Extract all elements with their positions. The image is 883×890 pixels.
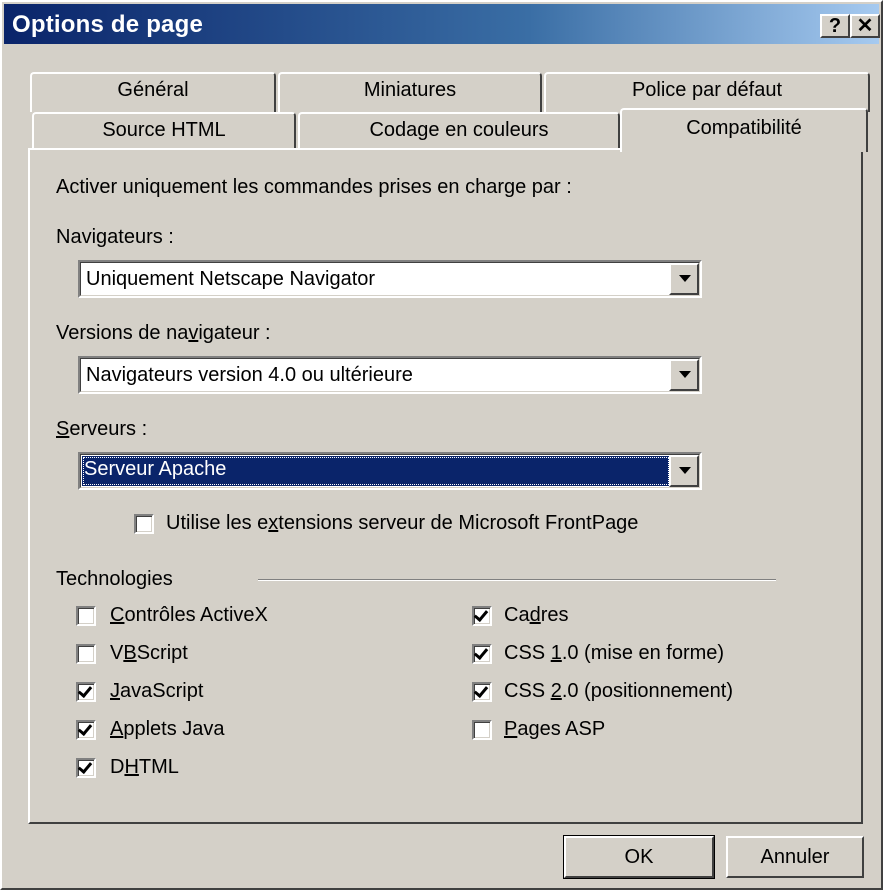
- browsers-dropdown-arrow-icon[interactable]: [669, 263, 699, 295]
- ok-button[interactable]: OK: [563, 835, 715, 879]
- java-applets-label: Applets Java: [110, 718, 225, 740]
- tab-color-coding[interactable]: Codage en couleurs: [298, 112, 620, 150]
- dhtml-label: DHTML: [110, 756, 179, 778]
- tab-html-source[interactable]: Source HTML: [32, 112, 296, 150]
- help-button[interactable]: ?: [820, 14, 850, 38]
- frames-label: Cadres: [504, 604, 569, 626]
- vbscript-checkbox[interactable]: [76, 644, 96, 664]
- asp-pages-checkbox[interactable]: [472, 720, 492, 740]
- tab-general[interactable]: Général: [30, 72, 276, 112]
- compatibility-panel: Activer uniquement les commandes prises …: [28, 148, 863, 824]
- browser-versions-label: Versions de navigateur :: [56, 322, 271, 344]
- cancel-button[interactable]: Annuler: [726, 836, 864, 878]
- close-button[interactable]: ✕: [850, 14, 880, 38]
- browser-versions-value: Navigateurs version 4.0 ou ultérieure: [86, 364, 413, 386]
- java-applets-checkbox[interactable]: [76, 720, 96, 740]
- css1-label: CSS 1.0 (mise en forme): [504, 642, 725, 664]
- servers-value: Serveur Apache: [84, 458, 227, 480]
- browsers-label: Navigateurs :: [56, 226, 174, 248]
- dialog-title: Options de page: [12, 11, 204, 38]
- css2-checkbox[interactable]: [472, 682, 492, 702]
- javascript-label: JavaScript: [110, 680, 204, 702]
- frames-checkbox[interactable]: [472, 606, 492, 626]
- servers-dropdown[interactable]: Serveur Apache: [78, 452, 702, 490]
- browser-versions-dropdown[interactable]: Navigateurs version 4.0 ou ultérieure: [78, 356, 702, 394]
- tab-default-font[interactable]: Police par défaut: [544, 72, 870, 112]
- page-options-dialog: Options de page ? ✕ Général Miniatures P…: [0, 0, 883, 890]
- browsers-dropdown[interactable]: Uniquement Netscape Navigator: [78, 260, 702, 298]
- css2-label: CSS 2.0 (positionnement): [504, 680, 734, 702]
- tab-compatibility[interactable]: Compatibilité: [620, 108, 868, 152]
- frontpage-extensions-checkbox[interactable]: [134, 514, 154, 534]
- javascript-checkbox[interactable]: [76, 682, 96, 702]
- frontpage-extensions-label: Utilise les extensions serveur de Micros…: [166, 512, 639, 534]
- browsers-value: Uniquement Netscape Navigator: [86, 268, 376, 290]
- tab-thumbnails[interactable]: Miniatures: [278, 72, 542, 112]
- browser-versions-dropdown-arrow-icon[interactable]: [669, 359, 699, 391]
- css1-checkbox[interactable]: [472, 644, 492, 664]
- group-divider: [258, 579, 776, 581]
- servers-dropdown-arrow-icon[interactable]: [669, 455, 699, 487]
- activex-label: Contrôles ActiveX: [110, 604, 268, 626]
- activex-checkbox[interactable]: [76, 606, 96, 626]
- title-bar[interactable]: Options de page ? ✕: [4, 4, 880, 44]
- intro-text: Activer uniquement les commandes prises …: [56, 176, 572, 198]
- dhtml-checkbox[interactable]: [76, 758, 96, 778]
- vbscript-label: VBScript: [110, 642, 188, 664]
- asp-pages-label: Pages ASP: [504, 718, 606, 740]
- technologies-group-label: Technologies: [56, 568, 173, 590]
- servers-label: Serveurs :: [56, 418, 148, 440]
